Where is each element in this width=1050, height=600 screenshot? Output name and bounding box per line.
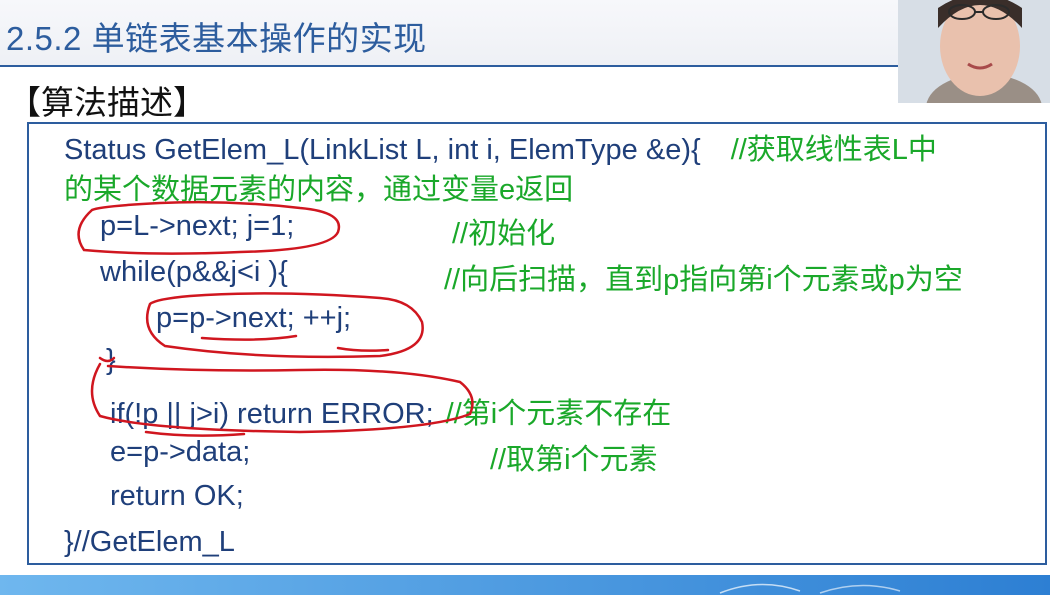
code-text: p=L->next; j=1;	[100, 210, 295, 242]
code-text: }//GetElem_L	[64, 526, 235, 558]
presenter-webcam	[898, 0, 1050, 103]
code-comment: //获取线性表L中	[730, 134, 937, 166]
code-text: if(!p || j>i) return ERROR;	[110, 398, 434, 430]
code-comment: //向后扫描，直到p指向第i个元素或p为空	[444, 264, 963, 296]
code-line-6: }	[106, 344, 116, 377]
code-line-10: }//GetElem_L	[64, 526, 235, 559]
presenter-video	[898, 0, 1050, 103]
code-comment: //取第i个元素	[490, 444, 658, 476]
code-line-8: e=p->data;	[110, 436, 250, 469]
code-text: return OK;	[110, 480, 244, 512]
code-line-8-comment: //取第i个元素	[490, 436, 658, 478]
code-text: while(p&&j<i ){	[100, 256, 288, 288]
code-comment: //第i个元素不存在	[445, 398, 672, 430]
code-text: p=p->next; ++j;	[156, 302, 352, 334]
code-text: Status GetElem_L(LinkList L, int i, Elem…	[64, 134, 701, 166]
slide-footer-bar	[0, 575, 1050, 595]
footer-decoration	[719, 583, 901, 594]
code-comment: 的某个数据元素的内容，通过变量e返回	[64, 174, 574, 206]
slide-title-bar: 2.5.2 单链表基本操作的实现	[0, 0, 1050, 66]
code-line-3: p=L->next; j=1;	[100, 210, 294, 243]
section-label: 【算法描述】	[8, 84, 206, 121]
code-text: }	[106, 344, 116, 376]
code-line-1: Status GetElem_L(LinkList L, int i, Elem…	[64, 126, 937, 168]
slide-title: 2.5.2 单链表基本操作的实现	[6, 20, 427, 57]
code-line-4: while(p&&j<i ){	[100, 256, 288, 289]
code-line-4-comment: //向后扫描，直到p指向第i个元素或p为空	[444, 256, 963, 298]
code-line-9: return OK;	[110, 480, 244, 513]
code-line-5: p=p->next; ++j;	[156, 302, 351, 335]
code-line-7: if(!p || j>i) return ERROR; //第i个元素不存在	[110, 390, 671, 432]
code-line-3-comment: //初始化	[452, 210, 555, 252]
code-text: e=p->data;	[110, 436, 251, 468]
title-underline	[0, 65, 898, 67]
code-line-2: 的某个数据元素的内容，通过变量e返回	[64, 166, 573, 208]
code-comment: //初始化	[452, 218, 556, 250]
